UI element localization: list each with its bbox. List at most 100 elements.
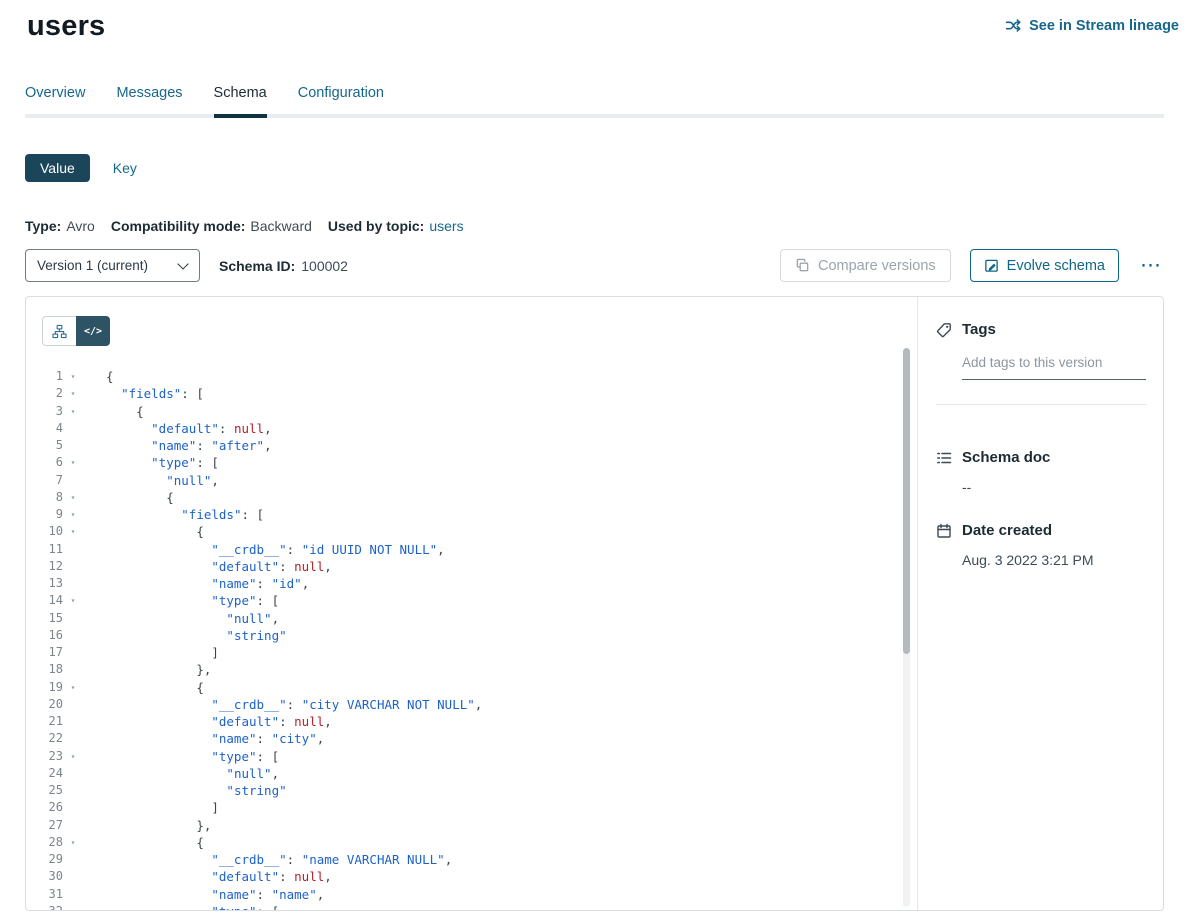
tab-messages[interactable]: Messages <box>116 85 182 114</box>
line-number: 1 <box>26 368 63 385</box>
schema-meta-row: Type: Avro Compatibility mode: Backward … <box>25 218 1189 234</box>
evolve-schema-button[interactable]: Evolve schema <box>970 249 1119 282</box>
topic-link[interactable]: users <box>429 218 463 234</box>
code-line: 30 "default": null, <box>26 868 917 885</box>
code-text: { <box>106 523 204 540</box>
code-view-button[interactable]: </> <box>76 316 110 346</box>
fold-spacer <box>63 696 83 713</box>
code-text: "name": "name", <box>106 886 324 903</box>
code-text: "string" <box>106 782 287 799</box>
code-line: 20 "__crdb__": "city VARCHAR NOT NULL", <box>26 696 917 713</box>
date-created-title: Date created <box>962 522 1052 539</box>
evolve-schema-label: Evolve schema <box>1007 258 1105 274</box>
code-line: 6▾ "type": [ <box>26 454 917 471</box>
code-line: 22 "name": "city", <box>26 730 917 747</box>
code-text: "string" <box>106 627 287 644</box>
code-text: "null", <box>106 610 279 627</box>
line-number: 11 <box>26 541 63 558</box>
code-text: "null", <box>106 472 219 489</box>
editor-scrollbar-thumb[interactable] <box>903 348 910 654</box>
version-actions: Compare versions Evolve schema ⋯ <box>780 249 1164 282</box>
fold-spacer <box>63 420 83 437</box>
line-number: 15 <box>26 610 63 627</box>
code-line: 7 "null", <box>26 472 917 489</box>
tab-configuration[interactable]: Configuration <box>298 85 384 114</box>
code-view-icon: </> <box>84 326 102 337</box>
add-tags-input[interactable] <box>962 355 1146 380</box>
code-text: ] <box>106 799 219 816</box>
code-line: 5 "name": "after", <box>26 437 917 454</box>
fold-spacer <box>63 730 83 747</box>
fold-spacer <box>63 644 83 661</box>
fold-arrow-icon[interactable]: ▾ <box>63 506 83 523</box>
tab-overview[interactable]: Overview <box>25 85 85 114</box>
schema-doc-header: Schema doc <box>936 449 1146 466</box>
fold-spacer <box>63 851 83 868</box>
fold-spacer <box>63 886 83 903</box>
code-line: 15 "null", <box>26 610 917 627</box>
fold-arrow-icon[interactable]: ▾ <box>63 454 83 471</box>
version-select-wrap: Version 1 (current) <box>25 249 200 282</box>
code-text: "fields": [ <box>106 506 264 523</box>
more-options-button[interactable]: ⋯ <box>1138 255 1164 276</box>
schema-id-value: 100002 <box>301 258 348 274</box>
fold-arrow-icon[interactable]: ▾ <box>63 903 83 911</box>
tag-icon <box>936 322 952 338</box>
fold-arrow-icon[interactable]: ▾ <box>63 523 83 540</box>
line-number: 29 <box>26 851 63 868</box>
line-number: 32 <box>26 903 63 911</box>
fold-arrow-icon[interactable]: ▾ <box>63 748 83 765</box>
used-by-topic-label: Used by topic: <box>328 218 424 234</box>
tree-view-button[interactable] <box>42 316 76 346</box>
fold-spacer <box>63 437 83 454</box>
line-number: 13 <box>26 575 63 592</box>
line-number: 31 <box>26 886 63 903</box>
line-number: 12 <box>26 558 63 575</box>
tags-header: Tags <box>936 321 1146 338</box>
fold-spacer <box>63 713 83 730</box>
code-text: { <box>106 368 114 385</box>
version-bar: Version 1 (current) Schema ID: 100002 Co… <box>25 249 1164 282</box>
code-line: 25 "string" <box>26 782 917 799</box>
fold-arrow-icon[interactable]: ▾ <box>63 368 83 385</box>
line-number: 8 <box>26 489 63 506</box>
fold-arrow-icon[interactable]: ▾ <box>63 834 83 851</box>
fold-arrow-icon[interactable]: ▾ <box>63 679 83 696</box>
code-text: { <box>106 679 204 696</box>
code-line: 23▾ "type": [ <box>26 748 917 765</box>
line-number: 21 <box>26 713 63 730</box>
compare-versions-button[interactable]: Compare versions <box>780 249 951 282</box>
fold-arrow-icon[interactable]: ▾ <box>63 489 83 506</box>
code-text: "default": null, <box>106 420 272 437</box>
fold-spacer <box>63 799 83 816</box>
line-number: 23 <box>26 748 63 765</box>
compatibility-label: Compatibility mode: <box>111 218 246 234</box>
fold-arrow-icon[interactable]: ▾ <box>63 592 83 609</box>
code-line: 8▾ { <box>26 489 917 506</box>
see-in-stream-lineage-link[interactable]: See in Stream lineage <box>1005 17 1179 34</box>
fold-arrow-icon[interactable]: ▾ <box>63 403 83 420</box>
fold-spacer <box>63 765 83 782</box>
key-toggle-button[interactable]: Key <box>113 160 137 176</box>
code-lines: 1▾{2▾ "fields": [3▾ {4 "default": null,5… <box>26 368 917 911</box>
fold-spacer <box>63 575 83 592</box>
line-number: 19 <box>26 679 63 696</box>
code-line: 32▾ "type": [ <box>26 903 917 911</box>
version-select[interactable]: Version 1 (current) <box>25 249 200 282</box>
date-created-value: Aug. 3 2022 3:21 PM <box>962 552 1146 568</box>
line-number: 3 <box>26 403 63 420</box>
line-number: 7 <box>26 472 63 489</box>
editor-scrollbar-track[interactable] <box>903 348 910 907</box>
code-text: "default": null, <box>106 868 332 885</box>
tab-bar: Overview Messages Schema Configuration <box>25 85 1164 114</box>
tab-schema[interactable]: Schema <box>214 85 267 114</box>
compare-versions-icon <box>795 258 810 273</box>
code-line: 10▾ { <box>26 523 917 540</box>
fold-spacer <box>63 661 83 678</box>
code-line: 14▾ "type": [ <box>26 592 917 609</box>
code-line: 27 }, <box>26 817 917 834</box>
fold-arrow-icon[interactable]: ▾ <box>63 385 83 402</box>
code-line: 2▾ "fields": [ <box>26 385 917 402</box>
schema-doc-icon <box>936 450 952 466</box>
value-toggle-button[interactable]: Value <box>25 154 90 182</box>
